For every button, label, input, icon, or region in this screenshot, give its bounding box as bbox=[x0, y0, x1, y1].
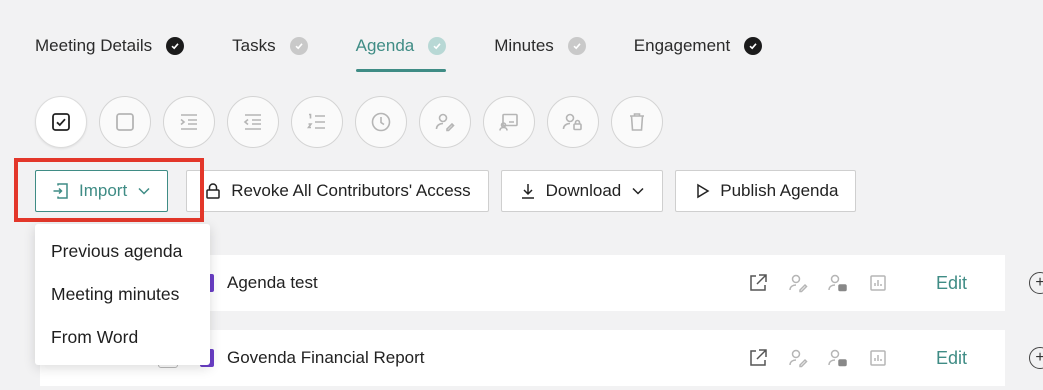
edit-link[interactable]: Edit bbox=[936, 348, 967, 369]
restrict-access-button[interactable] bbox=[547, 96, 599, 148]
open-external-icon[interactable] bbox=[747, 272, 769, 294]
user-edit-icon[interactable] bbox=[787, 347, 809, 369]
indent-icon bbox=[180, 114, 197, 130]
lock-icon bbox=[206, 183, 220, 199]
tab-meeting-details[interactable]: Meeting Details bbox=[35, 30, 185, 62]
tab-label: Minutes bbox=[494, 36, 554, 55]
time-button[interactable] bbox=[355, 96, 407, 148]
revoke-access-button[interactable]: Revoke All Contributors' Access bbox=[186, 170, 489, 212]
chart-icon[interactable] bbox=[867, 347, 889, 369]
tab-minutes[interactable]: Minutes bbox=[494, 30, 586, 62]
user-lock-icon bbox=[562, 113, 582, 131]
delete-button[interactable] bbox=[611, 96, 663, 148]
presenter-button[interactable] bbox=[483, 96, 535, 148]
import-from-word[interactable]: From Word bbox=[35, 316, 210, 359]
clock-icon bbox=[371, 112, 391, 132]
indent-button[interactable] bbox=[163, 96, 215, 148]
checkbox-checked-icon bbox=[52, 113, 70, 131]
user-edit-icon[interactable] bbox=[787, 272, 809, 294]
revoke-access-label: Revoke All Contributors' Access bbox=[231, 181, 471, 200]
import-dropdown-menu: Previous agenda Meeting minutes From Wor… bbox=[35, 224, 210, 365]
outdent-icon bbox=[243, 114, 261, 130]
tab-label: Engagement bbox=[633, 36, 731, 55]
publish-agenda-button[interactable]: Publish Agenda bbox=[675, 170, 857, 212]
import-highlight-box bbox=[14, 158, 204, 222]
row-actions bbox=[747, 272, 907, 294]
user-lock-icon[interactable] bbox=[827, 272, 849, 294]
tab-agenda[interactable]: Agenda bbox=[355, 30, 447, 72]
row-actions bbox=[747, 347, 907, 369]
outdent-button[interactable] bbox=[227, 96, 279, 148]
play-icon bbox=[697, 183, 710, 199]
check-circle-icon bbox=[428, 37, 447, 55]
tab-label: Tasks bbox=[232, 36, 276, 55]
user-lock-icon[interactable] bbox=[827, 347, 849, 369]
check-circle-icon bbox=[289, 37, 308, 55]
tab-bar: Meeting Details Tasks Agenda Minutes Eng… bbox=[35, 30, 810, 72]
tab-engagement[interactable]: Engagement bbox=[633, 30, 763, 62]
download-label: Download bbox=[545, 181, 622, 200]
publish-agenda-label: Publish Agenda bbox=[720, 181, 839, 200]
edit-link[interactable]: Edit bbox=[936, 273, 967, 294]
open-external-icon[interactable] bbox=[747, 347, 769, 369]
check-circle-icon bbox=[567, 37, 586, 55]
chart-icon[interactable] bbox=[867, 272, 889, 294]
formatting-toolbar bbox=[35, 96, 675, 148]
checkbox-empty-button[interactable] bbox=[99, 96, 151, 148]
checkbox-checked-button[interactable] bbox=[35, 96, 87, 148]
row-title[interactable]: Govenda Financial Report bbox=[227, 348, 425, 368]
chevron-down-icon bbox=[632, 187, 644, 195]
presenter-icon bbox=[499, 113, 518, 131]
row-title[interactable]: Agenda test bbox=[227, 273, 318, 293]
check-circle-icon bbox=[744, 37, 763, 55]
tab-label: Meeting Details bbox=[35, 36, 153, 55]
add-item-icon[interactable]: + bbox=[1029, 347, 1043, 369]
assign-contributor-button[interactable] bbox=[419, 96, 471, 148]
user-edit-icon bbox=[435, 113, 455, 132]
add-item-icon[interactable]: + bbox=[1029, 272, 1043, 294]
trash-icon bbox=[630, 113, 644, 131]
numbered-list-button[interactable] bbox=[291, 96, 343, 148]
numbered-list-icon bbox=[306, 113, 325, 129]
download-icon bbox=[521, 184, 534, 199]
import-meeting-minutes[interactable]: Meeting minutes bbox=[35, 273, 210, 316]
download-button[interactable]: Download bbox=[500, 170, 664, 212]
check-circle-icon bbox=[166, 37, 185, 55]
tab-label: Agenda bbox=[355, 36, 415, 55]
tab-tasks[interactable]: Tasks bbox=[232, 30, 308, 62]
checkbox-empty-icon bbox=[116, 113, 134, 131]
import-previous-agenda[interactable]: Previous agenda bbox=[35, 230, 210, 273]
